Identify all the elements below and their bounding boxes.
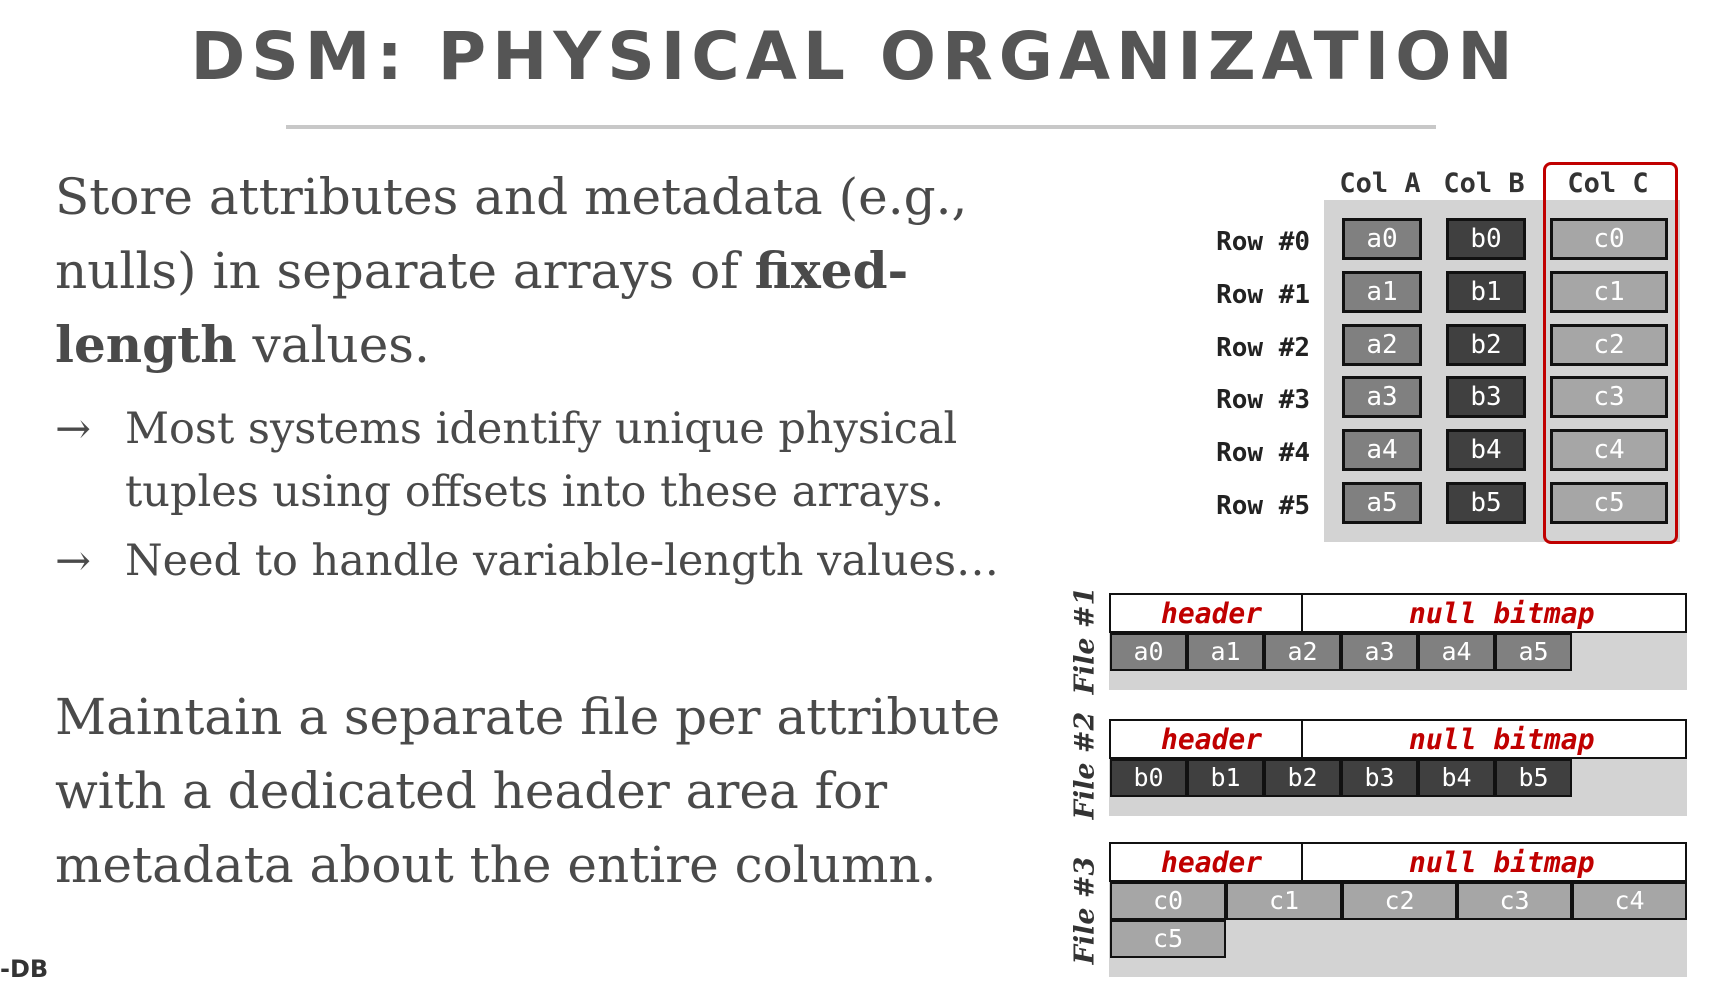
header-label: header bbox=[1161, 723, 1263, 756]
arrow-icon: → bbox=[55, 536, 92, 586]
header-divider bbox=[1301, 595, 1303, 631]
col-a-header: Col A bbox=[1339, 168, 1421, 199]
header-label: header bbox=[1161, 846, 1263, 879]
file-cell: c4 bbox=[1572, 882, 1687, 920]
col-c-header: Col C bbox=[1567, 168, 1649, 199]
row-label: Row #1 bbox=[1216, 280, 1310, 310]
file-label: File #3 bbox=[1069, 856, 1101, 965]
cell-a: a2 bbox=[1342, 324, 1422, 366]
slide: DSM: PHYSICAL ORGANIZATION Store attribu… bbox=[0, 0, 1709, 983]
cell-a: a3 bbox=[1342, 376, 1422, 418]
file-header-bar: header null bitmap bbox=[1109, 842, 1687, 882]
header-divider bbox=[1301, 844, 1303, 880]
cell-a: a5 bbox=[1342, 482, 1422, 524]
cell-a: a4 bbox=[1342, 429, 1422, 471]
file-label: File #1 bbox=[1069, 586, 1101, 695]
cell-b: b5 bbox=[1446, 482, 1526, 524]
cell-c: c0 bbox=[1550, 218, 1668, 260]
cell-c: c5 bbox=[1550, 482, 1668, 524]
title-divider bbox=[286, 125, 1436, 129]
file-cell: c0 bbox=[1110, 882, 1226, 920]
file-cell: a2 bbox=[1264, 633, 1341, 671]
bullet-text: Most systems identify unique physical tu… bbox=[125, 404, 958, 517]
file-cell: a1 bbox=[1187, 633, 1264, 671]
paragraph-file-per-attribute: Maintain a separate file per attribute w… bbox=[55, 688, 1001, 894]
cell-a: a1 bbox=[1342, 271, 1422, 313]
row-label: Row #0 bbox=[1216, 227, 1310, 257]
row-label: Row #5 bbox=[1216, 491, 1310, 521]
para1-text-end: values. bbox=[236, 316, 430, 374]
file-cell: a0 bbox=[1110, 633, 1187, 671]
null-bitmap-label: null bitmap bbox=[1409, 846, 1595, 879]
cell-b: b1 bbox=[1446, 271, 1526, 313]
cell-b: b3 bbox=[1446, 376, 1526, 418]
file-cell: c1 bbox=[1226, 882, 1342, 920]
logo-text: -DB bbox=[0, 955, 49, 983]
file-cell: c3 bbox=[1457, 882, 1572, 920]
file-cell: a5 bbox=[1495, 633, 1572, 671]
row-label: Row #3 bbox=[1216, 385, 1310, 415]
file-cell: b5 bbox=[1495, 759, 1572, 797]
file-cell: b4 bbox=[1418, 759, 1495, 797]
header-label: header bbox=[1161, 597, 1263, 630]
cell-c: c4 bbox=[1550, 429, 1668, 471]
row-label: Row #2 bbox=[1216, 333, 1310, 363]
row-label: Row #4 bbox=[1216, 438, 1310, 468]
cell-b: b4 bbox=[1446, 429, 1526, 471]
file-header-bar: header null bitmap bbox=[1109, 593, 1687, 633]
cell-c: c3 bbox=[1550, 376, 1668, 418]
file-header-bar: header null bitmap bbox=[1109, 719, 1687, 759]
arrow-icon: → bbox=[55, 404, 92, 454]
file-cell: b3 bbox=[1341, 759, 1418, 797]
cell-b: b2 bbox=[1446, 324, 1526, 366]
header-divider bbox=[1301, 721, 1303, 757]
file-cell: c5 bbox=[1110, 920, 1226, 958]
file-cell: a4 bbox=[1418, 633, 1495, 671]
col-b-header: Col B bbox=[1443, 168, 1525, 199]
cell-c: c1 bbox=[1550, 271, 1668, 313]
file-cell: b2 bbox=[1264, 759, 1341, 797]
file-cell: b0 bbox=[1110, 759, 1187, 797]
slide-title: DSM: PHYSICAL ORGANIZATION bbox=[190, 18, 1519, 95]
file-cell: a3 bbox=[1341, 633, 1418, 671]
cell-c: c2 bbox=[1550, 324, 1668, 366]
null-bitmap-label: null bitmap bbox=[1409, 597, 1595, 630]
file-cell: c2 bbox=[1342, 882, 1457, 920]
null-bitmap-label: null bitmap bbox=[1409, 723, 1595, 756]
file-cell: b1 bbox=[1187, 759, 1264, 797]
paragraph-fixed-length: Store attributes and metadata (e.g., nul… bbox=[55, 160, 1015, 382]
cell-a: a0 bbox=[1342, 218, 1422, 260]
cell-b: b0 bbox=[1446, 218, 1526, 260]
bullet-text: Need to handle variable-length values… bbox=[125, 536, 1000, 586]
file-label: File #2 bbox=[1069, 711, 1101, 820]
